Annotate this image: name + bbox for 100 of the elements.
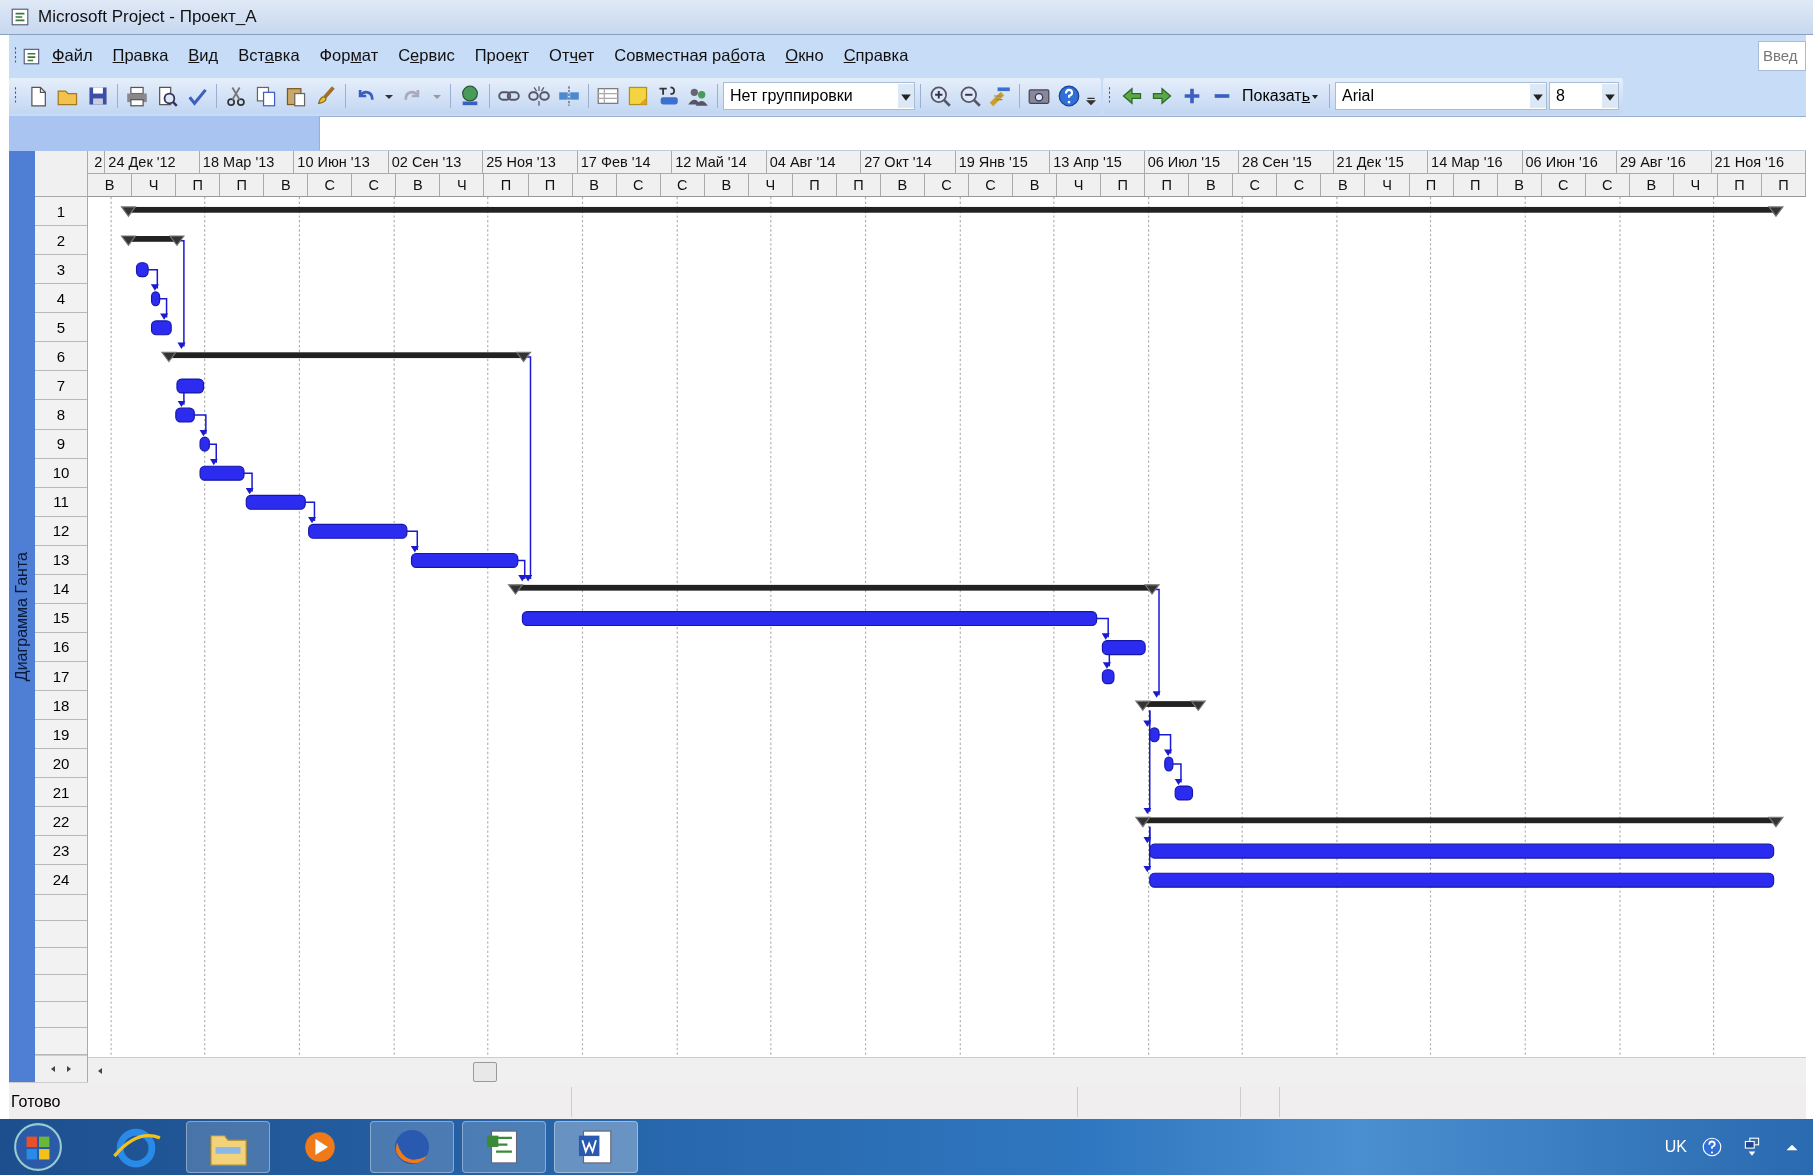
dependency-arrow [1095,617,1110,640]
dependency-arrow [1172,763,1183,785]
timescale-label: Ч [748,174,793,196]
menu-item[interactable]: Проект [464,42,540,69]
task-bar[interactable] [150,320,172,336]
task-bar[interactable] [521,611,1098,627]
summary-bar[interactable] [1134,816,1785,828]
timescale-label: П [1717,174,1762,196]
menu-item[interactable]: Окно [775,42,834,69]
dependency-arrow [208,443,218,466]
window-title: Microsoft Project - Проект_А [38,7,257,27]
timescale-label: П [176,174,221,196]
task-bar[interactable] [1101,640,1146,656]
grouping-dropdown[interactable]: Нет группировки [723,82,915,110]
timescale-label: 25 Ноя '13 [483,151,578,173]
dependency-arrow [1158,734,1173,756]
font-size-dropdown[interactable]: 8 [1549,82,1620,110]
menu-item[interactable]: Справка [833,42,919,69]
timescale-label: 21 Ноя '16 [1711,151,1806,173]
help-icon[interactable] [1701,1136,1723,1158]
summary-bar[interactable] [507,584,1161,596]
timescale-label: 24 Дек '12 [105,151,200,173]
fox-browser-icon[interactable] [370,1121,454,1173]
project-app-icon[interactable] [462,1121,546,1173]
timescale-label: В [396,174,441,196]
menu-item[interactable]: Сервис [388,42,465,69]
summary-bar[interactable] [160,351,532,363]
timescale-label: 19 Янв '15 [955,151,1051,173]
timescale-label: С [969,174,1014,196]
entry-field[interactable] [319,116,1806,151]
menu-item[interactable]: Правка [102,42,179,69]
timescale-label: П [220,174,265,196]
timescale-label: В [572,174,617,196]
timescale-label: 2 [88,151,106,173]
timescale-label: С [352,174,397,196]
timescale-label: П [792,174,837,196]
task-bar[interactable] [176,378,205,394]
scrollbar[interactable] [88,1057,1806,1084]
app-icon [10,7,30,27]
timescale-label: Ч [132,174,177,196]
task-bar[interactable] [135,262,149,278]
task-bar[interactable] [199,436,210,452]
timescale-label: В [1629,174,1674,196]
task-bar[interactable] [1174,785,1194,801]
timescale-label: П [528,174,573,196]
timescale-label: В [880,174,925,196]
task-bar[interactable] [1149,872,1775,888]
timescale-label: П [836,174,881,196]
task-bar[interactable] [1149,727,1160,743]
language-indicator[interactable]: UK [1664,1138,1687,1156]
timescale-label: В [1497,174,1542,196]
timescale-label: 27 Окт '14 [861,151,956,173]
dependency-arrow [158,298,169,320]
summary-bar[interactable] [1134,700,1207,712]
menu-item[interactable]: Вставка [228,42,310,69]
menu-item[interactable]: Формат [309,42,389,69]
menu-item[interactable]: Совместная работа [604,42,776,69]
task-bar[interactable] [199,465,245,481]
menu-item[interactable]: Отчет [539,42,605,69]
summary-bar[interactable] [120,206,1785,218]
timescale-label: С [1585,174,1630,196]
timescale-label: 12 Май '14 [672,151,767,173]
timescale-label: С [308,174,353,196]
timescale-label: С [616,174,661,196]
start-button[interactable] [12,1121,64,1173]
timescale-label: 14 Мар '16 [1428,151,1523,173]
timescale-label: П [1101,174,1146,196]
timescale-label: В [88,174,133,196]
status-text: Готово [10,1093,62,1111]
timescale-label: Ч [1057,174,1102,196]
task-bar[interactable] [1164,756,1174,772]
timescale-label: П [1453,174,1498,196]
timescale-label: 28 Сен '15 [1239,151,1334,173]
dependency-arrow [304,501,317,524]
task-bar[interactable] [150,291,161,307]
font-dropdown[interactable]: Arial [1335,82,1548,110]
show-button[interactable]: Показать [1238,84,1325,108]
timescale-label: 18 Мар '13 [199,151,295,173]
scrollbar-thumb[interactable] [473,1062,497,1082]
timescale-label: 13 Апр '15 [1050,151,1145,173]
timescale-label: 04 Авг '14 [766,151,862,173]
menu-item[interactable]: Вид [178,42,229,69]
folder-icon[interactable] [186,1121,270,1173]
menu-item[interactable]: Файл [42,42,103,69]
task-bar[interactable] [245,494,306,510]
task-bar[interactable] [308,523,408,539]
summary-bar[interactable] [120,235,186,247]
help-search-field[interactable]: Введ [1758,40,1806,71]
view-bar-label[interactable]: Диаграмма Ганта [13,551,31,682]
timescale-label: Ч [1365,174,1410,196]
timescale-label: С [924,174,969,196]
task-bar[interactable] [1101,669,1115,685]
timescale-label: Ч [1673,174,1718,196]
timescale-label: 10 Июн '13 [294,151,389,173]
timescale-label: 21 Дек '15 [1333,151,1429,173]
document-app-icon[interactable] [554,1121,638,1173]
timescale-label: В [704,174,749,196]
task-bar[interactable] [175,407,195,423]
task-bar[interactable] [410,552,519,568]
timescale-label: П [1409,174,1454,196]
